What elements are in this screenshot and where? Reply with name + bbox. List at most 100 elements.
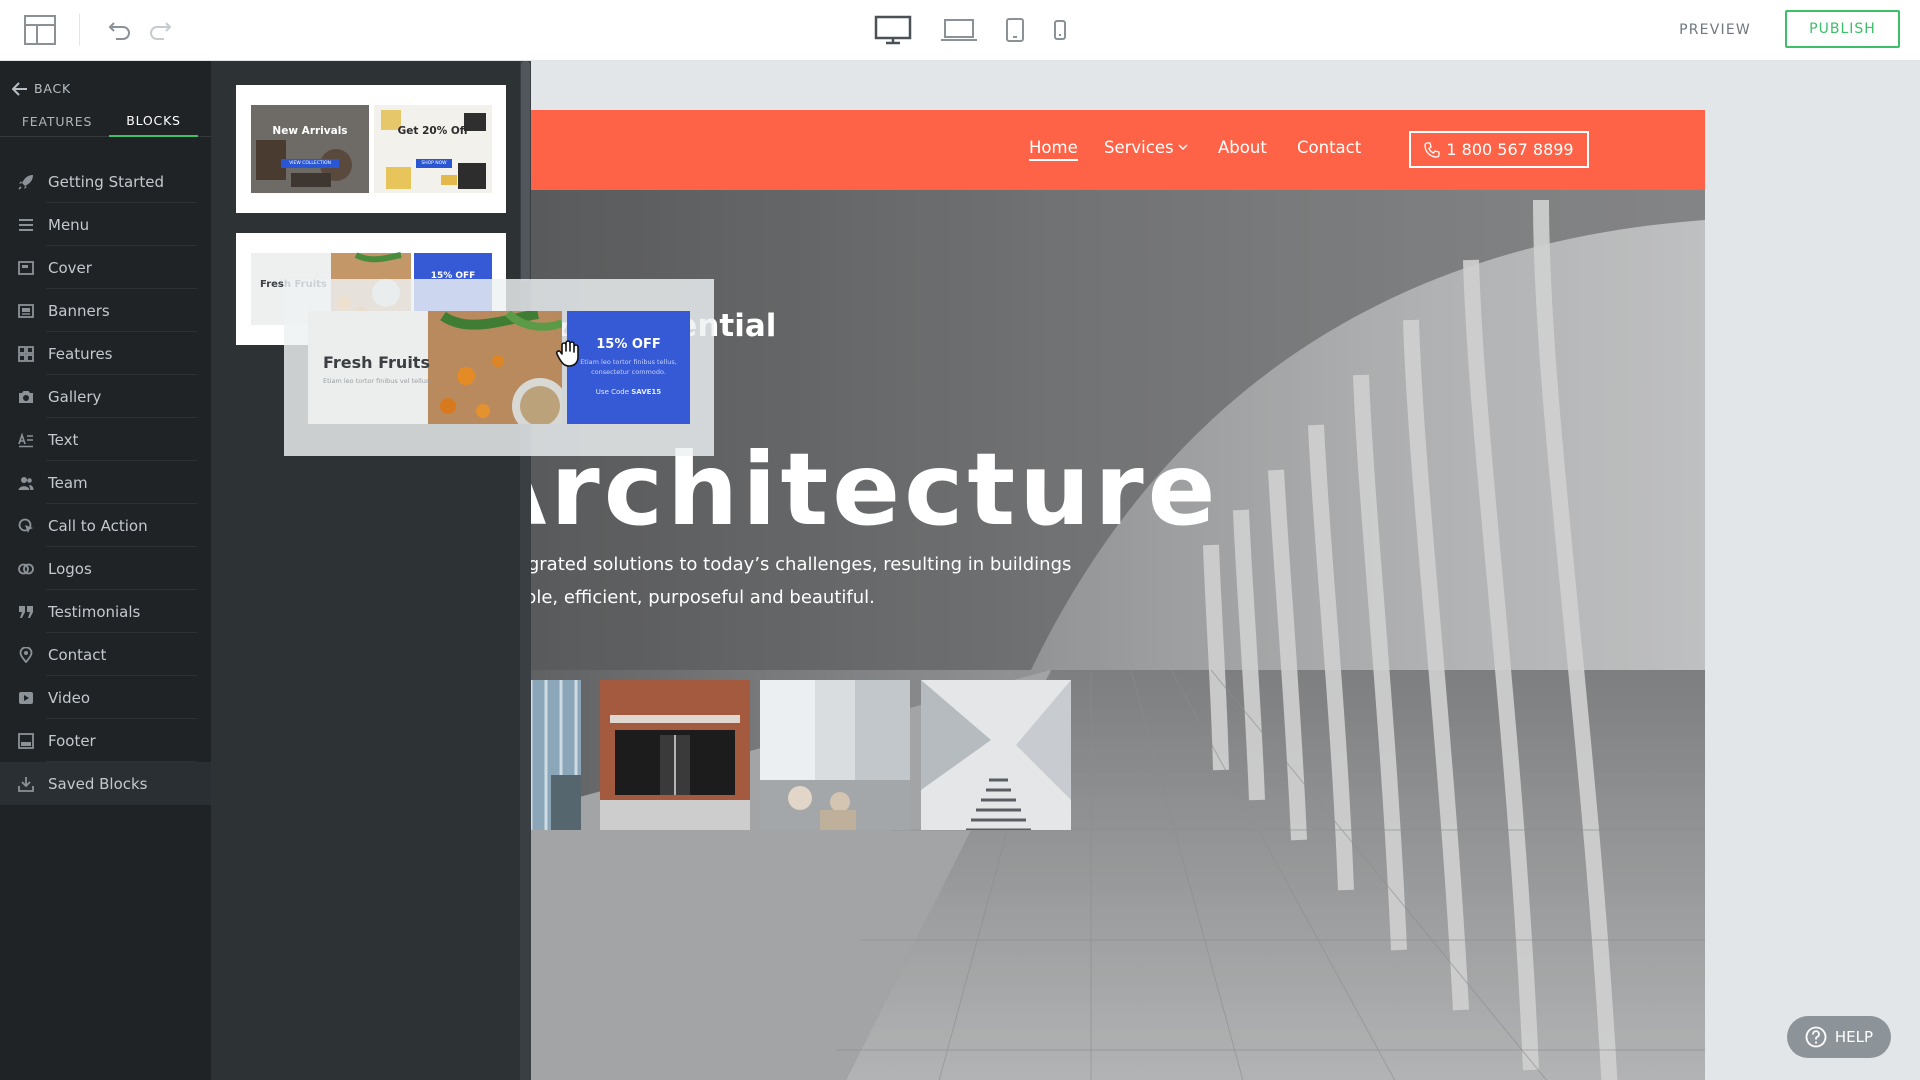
- text-icon: [18, 431, 33, 447]
- sidebar-tabs: FEATURES BLOCKS: [0, 105, 211, 137]
- sidebar-item-label: Gallery: [48, 387, 102, 406]
- blocks-panel: New Arrivals VIEW COLLECTION Get 20% Off…: [211, 61, 531, 1080]
- drag-preview-offer-text-1: Etiam leo tortor finibus tellus,: [580, 358, 677, 366]
- gallery-photo: [921, 680, 1071, 830]
- mobile-icon[interactable]: [1049, 0, 1071, 60]
- drag-preview-offer-title: 15% OFF: [596, 337, 661, 352]
- layout-icon[interactable]: [16, 0, 64, 60]
- nav-contact-link[interactable]: Contact: [1297, 138, 1361, 157]
- drag-preview-offer-text-2: consectetur commodo.: [591, 368, 666, 376]
- sidebar-item-label: Call to Action: [48, 516, 148, 535]
- nav-services-label: Services: [1104, 138, 1174, 157]
- sidebar-item-label: Contact: [48, 645, 107, 664]
- nav-home-link[interactable]: Home: [1029, 138, 1078, 161]
- sidebar-item-footer[interactable]: Footer: [0, 719, 211, 762]
- blocks-sidebar: BACK FEATURES BLOCKS Getting Started Men…: [0, 61, 211, 1080]
- block-1-left-button: VIEW COLLECTION: [281, 159, 339, 168]
- dragged-block-preview[interactable]: Fresh Fruits Etiam leo tortor finibus ve…: [284, 279, 714, 456]
- tablet-icon[interactable]: [1001, 0, 1029, 60]
- drag-preview-code-line: Use Code SAVE15: [567, 388, 690, 396]
- publish-button[interactable]: PUBLISH: [1785, 10, 1900, 48]
- drag-preview-title: Fresh Fruits: [323, 353, 430, 372]
- sidebar-item-label: Features: [48, 344, 113, 363]
- sidebar-item-features[interactable]: Features: [0, 332, 211, 375]
- gallery-photo: [531, 680, 581, 830]
- gallery-image-1[interactable]: [531, 680, 581, 830]
- gallery-photo: [600, 680, 750, 830]
- phone-number: 1 800 567 8899: [1446, 140, 1574, 159]
- back-button[interactable]: BACK: [12, 81, 71, 96]
- chevron-down-icon: [1178, 144, 1188, 150]
- cursor-icon: [18, 518, 33, 533]
- sidebar-item-label: Menu: [48, 215, 90, 234]
- sidebar-item-call-to-action[interactable]: Call to Action: [0, 504, 211, 547]
- grab-cursor-icon: [555, 340, 579, 367]
- sidebar-item-logos[interactable]: Logos: [0, 547, 211, 590]
- sidebar-item-label: Footer: [48, 731, 96, 750]
- preview-button[interactable]: PREVIEW: [1656, 10, 1774, 50]
- sidebar-item-label: Getting Started: [48, 172, 164, 191]
- blocks-panel-scrollbar[interactable]: [520, 61, 531, 1080]
- question-icon: [1805, 1026, 1827, 1048]
- top-toolbar: PREVIEW PUBLISH: [0, 0, 1920, 61]
- tab-blocks[interactable]: BLOCKS: [109, 105, 198, 137]
- tab-features[interactable]: FEATURES: [12, 105, 102, 137]
- category-list: Getting Started Menu Cover Banners Featu…: [0, 160, 211, 805]
- help-button[interactable]: HELP: [1787, 1016, 1891, 1058]
- gallery-image-2[interactable]: [600, 680, 750, 830]
- rocket-icon: [18, 174, 33, 190]
- gallery-image-4[interactable]: [921, 680, 1071, 830]
- help-label: HELP: [1834, 1028, 1874, 1046]
- undo-icon[interactable]: [104, 0, 136, 60]
- sidebar-item-label: Cover: [48, 258, 92, 277]
- grid-icon: [18, 345, 34, 362]
- location-pin-icon: [19, 646, 33, 663]
- laptop-icon[interactable]: [938, 0, 980, 60]
- quote-icon: [19, 605, 33, 618]
- team-icon: [18, 476, 34, 490]
- sidebar-item-video[interactable]: Video: [0, 676, 211, 719]
- block-thumbnail-banners-1[interactable]: New Arrivals VIEW COLLECTION Get 20% Off…: [236, 85, 506, 213]
- sidebar-item-label: Testimonials: [48, 602, 141, 621]
- sidebar-item-gallery[interactable]: Gallery: [0, 375, 211, 418]
- nav-services-link[interactable]: Services: [1104, 138, 1188, 157]
- logos-icon: [18, 563, 34, 574]
- video-icon: [19, 691, 33, 704]
- sidebar-item-label: Saved Blocks: [48, 774, 148, 793]
- block-1-right-title: Get 20% Off: [397, 125, 469, 137]
- phone-icon: [1424, 141, 1441, 158]
- menu-icon: [19, 218, 33, 231]
- sidebar-item-testimonials[interactable]: Testimonials: [0, 590, 211, 633]
- sidebar-item-banners[interactable]: Banners: [0, 289, 211, 332]
- redo-icon[interactable]: [144, 0, 176, 60]
- camera-icon: [19, 390, 33, 403]
- arrow-left-icon: [12, 81, 28, 96]
- sidebar-item-team[interactable]: Team: [0, 461, 211, 504]
- hero-description: Integrated solutions to today’s challeng…: [531, 554, 1072, 608]
- sidebar-item-label: Team: [48, 473, 88, 492]
- sidebar-item-getting-started[interactable]: Getting Started: [0, 160, 211, 203]
- drag-preview-code-prefix: Use Code: [595, 388, 632, 396]
- download-icon: [18, 776, 34, 792]
- website-preview: Home Services About Contact 1 800 567 88…: [531, 110, 1705, 1080]
- scrollbar-thumb[interactable]: [521, 61, 530, 281]
- sidebar-item-saved-blocks[interactable]: Saved Blocks: [0, 762, 211, 805]
- sidebar-item-menu[interactable]: Menu: [0, 203, 211, 246]
- desktop-icon[interactable]: [870, 0, 916, 60]
- sidebar-item-cover[interactable]: Cover: [0, 246, 211, 289]
- back-label: BACK: [34, 81, 72, 96]
- sidebar-item-contact[interactable]: Contact: [0, 633, 211, 676]
- sidebar-item-label: Video: [48, 688, 91, 707]
- editor-canvas: Home Services About Contact 1 800 567 88…: [531, 61, 1920, 1080]
- block-1-right-button: SHOP NOW: [416, 159, 452, 168]
- sidebar-item-text[interactable]: Text: [0, 418, 211, 461]
- gallery-image-3[interactable]: [760, 680, 910, 830]
- cover-icon: [18, 260, 34, 275]
- banner-preview-image: [251, 105, 492, 193]
- nav-about-link[interactable]: About: [1218, 138, 1267, 157]
- drag-preview-subtitle: Etiam leo tortor finibus vel tellus.: [323, 377, 432, 385]
- gallery-photo: [760, 680, 910, 830]
- drag-preview-left-panel: Fresh Fruits Etiam leo tortor finibus ve…: [308, 311, 562, 424]
- sidebar-item-label: Text: [48, 430, 79, 449]
- phone-button[interactable]: 1 800 567 8899: [1409, 131, 1589, 168]
